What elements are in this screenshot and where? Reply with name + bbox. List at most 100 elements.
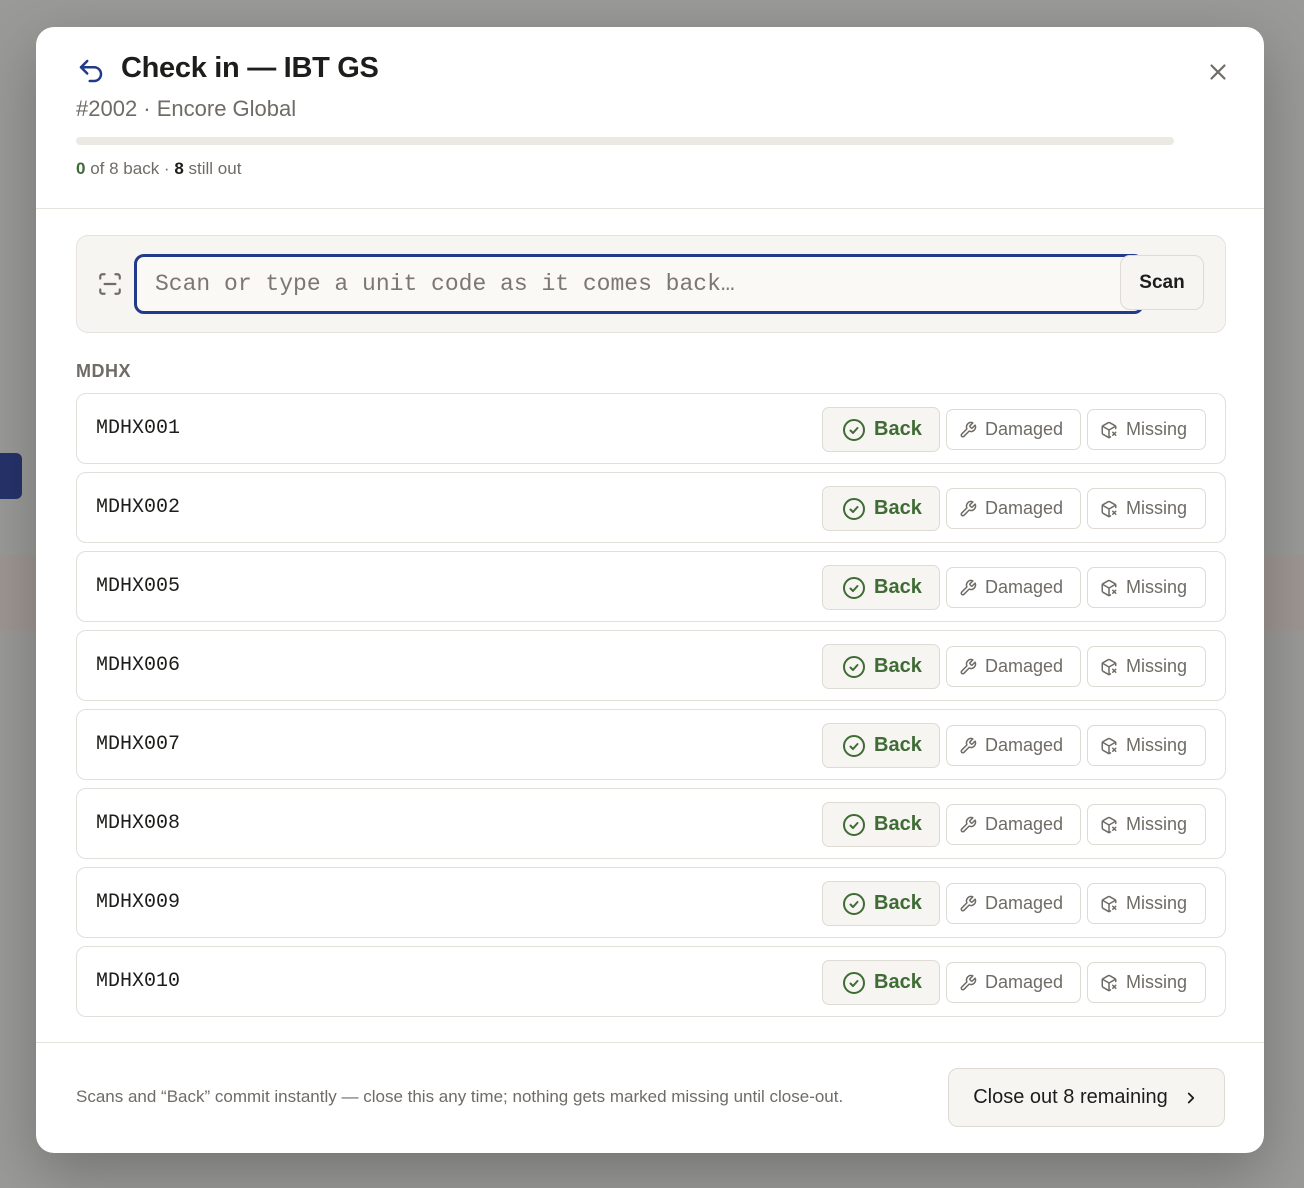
missing-label: Missing xyxy=(1126,419,1188,439)
damaged-label: Damaged xyxy=(985,735,1064,755)
missing-button[interactable]: Missing xyxy=(1087,567,1206,608)
back-count: 0 xyxy=(76,159,86,178)
damaged-label: Damaged xyxy=(985,419,1064,439)
package-x-icon xyxy=(1101,500,1117,517)
modal-title: Check in — IBT GS xyxy=(121,52,379,84)
damaged-button[interactable]: Damaged xyxy=(946,646,1081,687)
check-circle-icon xyxy=(843,734,865,757)
back-button[interactable]: Back xyxy=(822,960,940,1005)
missing-label: Missing xyxy=(1126,735,1188,755)
unit-code: MDHX007 xyxy=(96,733,181,756)
scan-button[interactable]: Scan xyxy=(1120,255,1204,310)
package-x-icon xyxy=(1101,421,1117,438)
package-x-icon xyxy=(1101,816,1117,833)
unit-list: MDHX001 Back Damaged Missing MDHX002 Back Dama… xyxy=(76,393,1226,1025)
back-button[interactable]: Back xyxy=(822,486,940,531)
missing-label: Missing xyxy=(1126,972,1188,992)
close-icon[interactable] xyxy=(1205,59,1231,85)
wrench-icon xyxy=(960,816,977,832)
unit-row: MDHX007 Back Damaged Missing xyxy=(76,709,1226,780)
missing-button[interactable]: Missing xyxy=(1087,962,1206,1003)
wrench-icon xyxy=(960,895,977,911)
wrench-icon xyxy=(960,737,977,753)
back-label: Back xyxy=(874,655,922,677)
back-label: Back xyxy=(874,576,922,598)
check-circle-icon xyxy=(843,813,865,836)
scan-panel: Scan xyxy=(76,235,1226,333)
group-label: MDHX xyxy=(76,361,131,381)
wrench-icon xyxy=(960,579,977,595)
back-button[interactable]: Back xyxy=(822,407,940,452)
damaged-button[interactable]: Damaged xyxy=(946,409,1081,450)
check-circle-icon xyxy=(843,497,865,520)
unit-row: MDHX005 Back Damaged Missing xyxy=(76,551,1226,622)
missing-label: Missing xyxy=(1126,893,1188,913)
back-label: Back xyxy=(874,418,922,440)
back-button[interactable]: Back xyxy=(822,723,940,768)
scan-icon xyxy=(99,273,121,295)
package-x-icon xyxy=(1101,895,1117,912)
package-x-icon xyxy=(1101,737,1117,754)
damaged-button[interactable]: Damaged xyxy=(946,883,1081,924)
unit-code: MDHX010 xyxy=(96,970,181,993)
unit-row: MDHX009 Back Damaged Missing xyxy=(76,867,1226,938)
wrench-icon xyxy=(960,500,977,516)
check-circle-icon xyxy=(843,576,865,599)
back-text: of 8 back · xyxy=(90,159,170,178)
back-label: Back xyxy=(874,497,922,519)
damaged-button[interactable]: Damaged xyxy=(946,962,1081,1003)
background-button xyxy=(0,453,22,499)
back-button[interactable]: Back xyxy=(822,881,940,926)
damaged-button[interactable]: Damaged xyxy=(946,567,1081,608)
footer-note: Scans and “Back” commit instantly — clos… xyxy=(76,1087,844,1106)
missing-button[interactable]: Missing xyxy=(1087,646,1206,687)
package-x-icon xyxy=(1101,974,1117,991)
check-circle-icon xyxy=(843,892,865,915)
check-in-modal: Check in — IBT GS #2002 · Encore Global … xyxy=(36,27,1264,1153)
damaged-label: Damaged xyxy=(985,972,1064,992)
missing-button[interactable]: Missing xyxy=(1087,883,1206,924)
back-label: Back xyxy=(874,734,922,756)
unit-code: MDHX006 xyxy=(96,654,181,677)
missing-button[interactable]: Missing xyxy=(1087,804,1206,845)
progress-stats: 0 of 8 back · 8 still out xyxy=(76,159,241,179)
progress-bar xyxy=(76,137,1174,145)
damaged-label: Damaged xyxy=(985,814,1064,834)
unit-code: MDHX008 xyxy=(96,812,181,835)
damaged-label: Damaged xyxy=(985,656,1064,676)
unit-code: MDHX001 xyxy=(96,417,181,440)
unit-row: MDHX008 Back Damaged Missing xyxy=(76,788,1226,859)
damaged-label: Damaged xyxy=(985,577,1064,597)
back-button[interactable]: Back xyxy=(822,802,940,847)
wrench-icon xyxy=(960,421,977,437)
unit-code: MDHX005 xyxy=(96,575,181,598)
scan-input[interactable] xyxy=(134,254,1144,314)
missing-button[interactable]: Missing xyxy=(1087,488,1206,529)
wrench-icon xyxy=(960,974,977,990)
out-text: still out xyxy=(188,159,242,178)
back-label: Back xyxy=(874,971,922,993)
close-out-button[interactable]: Close out 8 remaining xyxy=(948,1068,1225,1127)
back-button[interactable]: Back xyxy=(822,644,940,689)
missing-button[interactable]: Missing xyxy=(1087,409,1206,450)
missing-label: Missing xyxy=(1126,577,1188,597)
missing-label: Missing xyxy=(1126,498,1188,518)
missing-label: Missing xyxy=(1126,656,1188,676)
wrench-icon xyxy=(960,658,977,674)
unit-row: MDHX006 Back Damaged Missing xyxy=(76,630,1226,701)
modal-header: Check in — IBT GS #2002 · Encore Global … xyxy=(36,27,1264,209)
package-x-icon xyxy=(1101,658,1117,675)
undo-icon[interactable] xyxy=(76,56,106,86)
missing-label: Missing xyxy=(1126,814,1188,834)
back-button[interactable]: Back xyxy=(822,565,940,610)
damaged-button[interactable]: Damaged xyxy=(946,804,1081,845)
modal-footer: Scans and “Back” commit instantly — clos… xyxy=(36,1042,1264,1153)
package-x-icon xyxy=(1101,579,1117,596)
check-circle-icon xyxy=(843,655,865,678)
damaged-button[interactable]: Damaged xyxy=(946,488,1081,529)
back-label: Back xyxy=(874,892,922,914)
missing-button[interactable]: Missing xyxy=(1087,725,1206,766)
damaged-label: Damaged xyxy=(985,498,1064,518)
modal-subtitle: #2002 · Encore Global xyxy=(76,96,297,121)
damaged-button[interactable]: Damaged xyxy=(946,725,1081,766)
